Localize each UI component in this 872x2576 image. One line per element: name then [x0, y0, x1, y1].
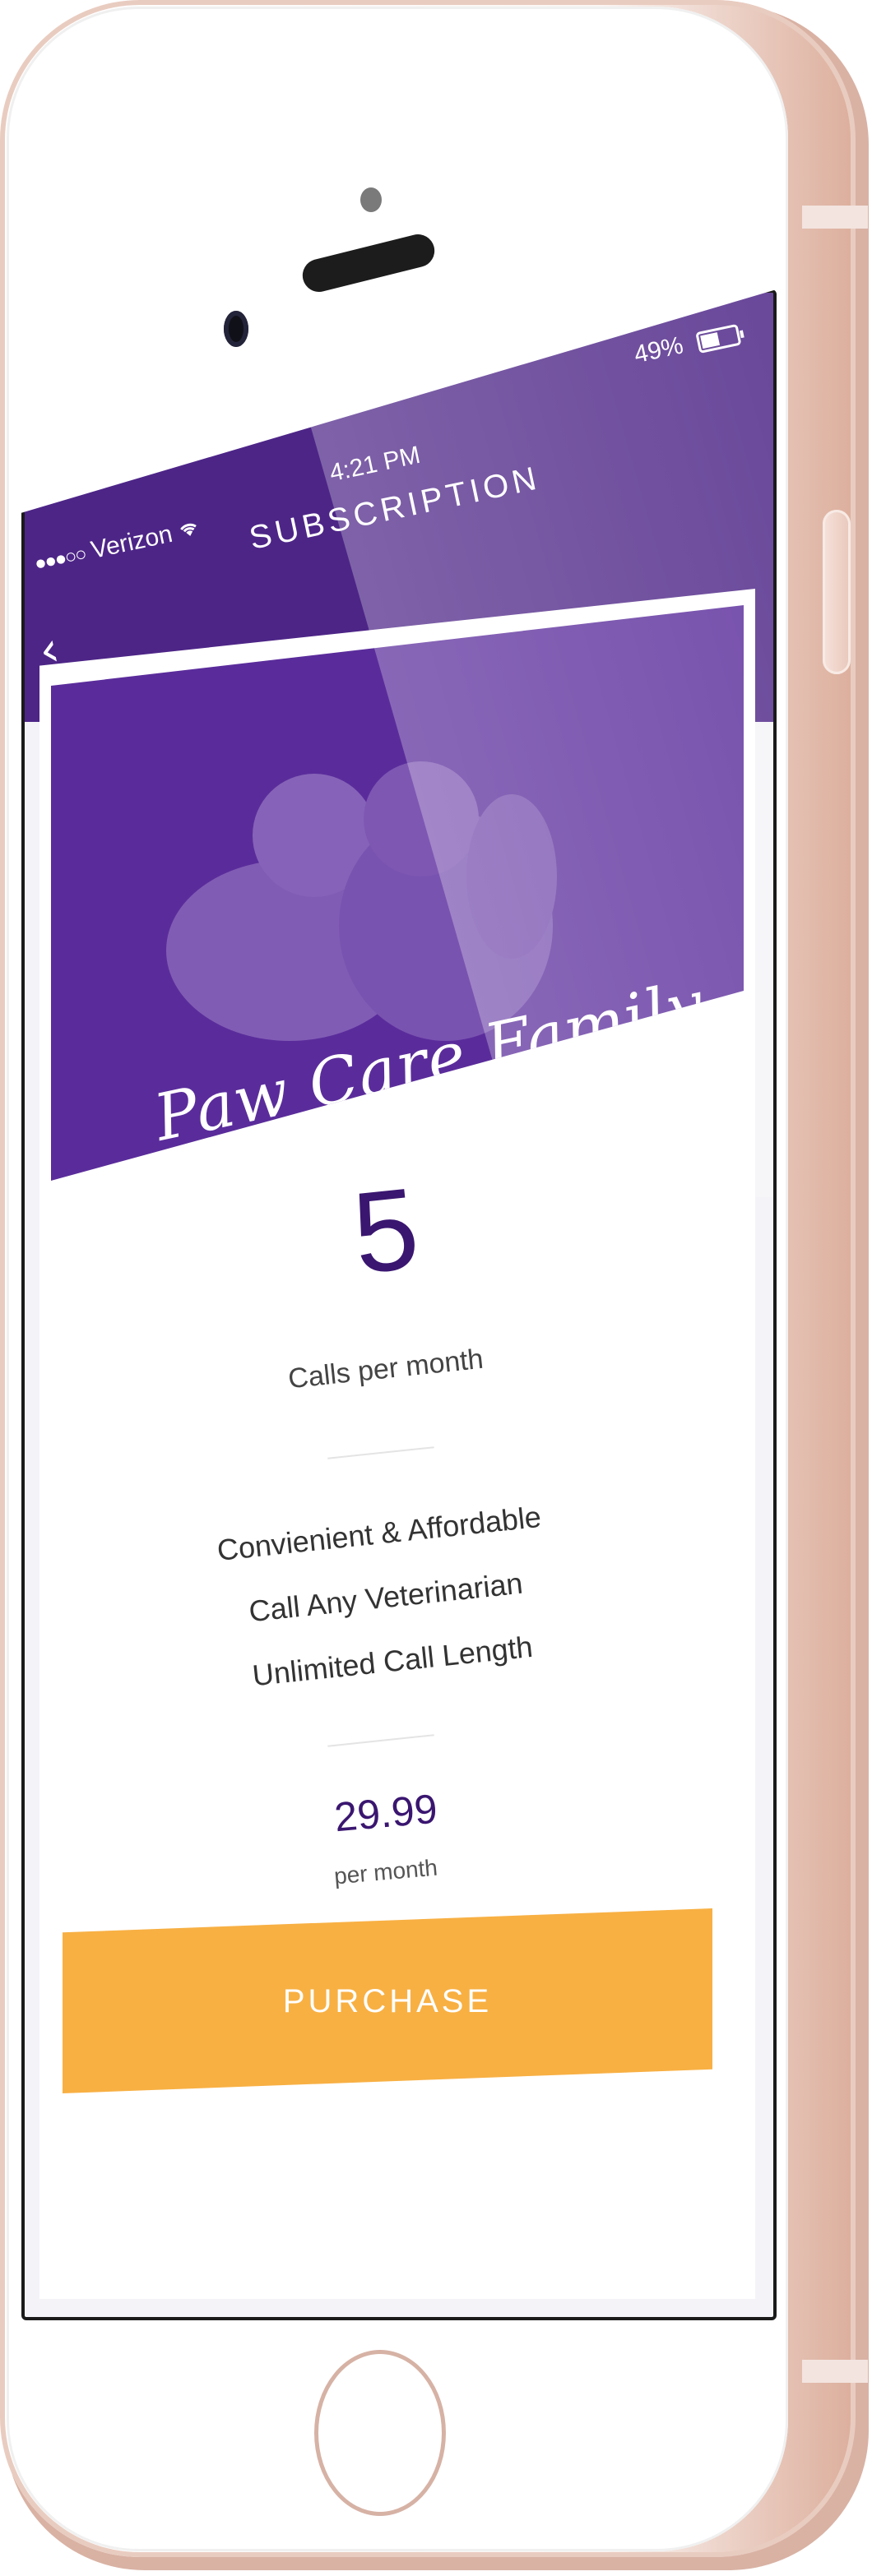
status-time: 4:21 PM — [327, 441, 423, 488]
proximity-sensor — [360, 187, 382, 212]
antenna-band — [802, 2360, 868, 2383]
carrier-info: ●●●○○ Verizon — [31, 515, 202, 577]
calls-count: 5 — [347, 1163, 424, 1298]
battery-icon — [695, 323, 742, 354]
feature-list: Convienient & Affordable Call Any Veteri… — [39, 1466, 740, 1730]
purchase-button[interactable]: PURCHASE — [63, 1908, 712, 2093]
calls-label: Calls per month — [286, 1343, 485, 1395]
volume-button — [823, 510, 851, 674]
home-button[interactable] — [314, 2350, 446, 2516]
front-camera — [224, 311, 248, 347]
app-screen: ●●●○○ Verizon 4:21 PM 49% SUBSCRIPTION ‹… — [21, 289, 777, 2320]
antenna-band — [802, 206, 868, 229]
device-mockup: ●●●○○ Verizon 4:21 PM 49% SUBSCRIPTION ‹… — [0, 0, 872, 2576]
plan-card: Paw Care Family 5 Calls per month Convie… — [39, 589, 755, 2299]
carrier-name: Verizon — [88, 520, 175, 564]
wifi-icon — [176, 516, 202, 546]
divider — [327, 1446, 434, 1459]
divider — [327, 1734, 434, 1747]
signal-strength-icon: ●●●○○ — [32, 543, 88, 576]
plan-hero: Paw Care Family — [51, 605, 744, 1181]
battery-percent: 49% — [631, 331, 686, 369]
